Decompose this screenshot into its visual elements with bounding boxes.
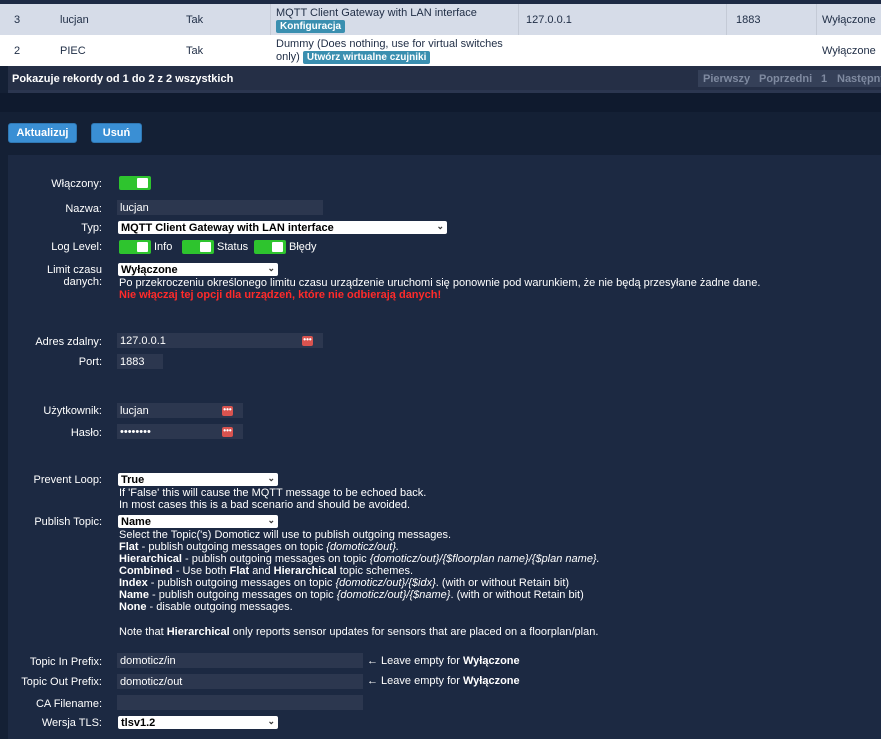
publish-topic-help-flat: Flat - publish outgoing messages on topi… bbox=[119, 541, 400, 553]
password-label: Hasło: bbox=[70, 427, 102, 439]
prevent-loop-label: Prevent Loop: bbox=[33, 474, 103, 486]
table-row[interactable]: 2 PIEC Tak Dummy (Does nothing, use for … bbox=[0, 35, 881, 66]
table-footer: Pokazuje rekordy od 1 do 2 z 2 wszystkic… bbox=[8, 66, 881, 93]
timeout-warning: Nie włączaj tej opcji dla urządzeń, któr… bbox=[119, 289, 442, 301]
type-select[interactable]: MQTT Client Gateway with LAN interface ⌄ bbox=[118, 221, 447, 234]
name-input[interactable]: lucjan bbox=[117, 200, 323, 215]
port-label: Port: bbox=[78, 356, 102, 368]
prevent-loop-select-value: True bbox=[121, 473, 145, 486]
update-button[interactable]: Aktualizuj bbox=[8, 123, 77, 143]
topic-out-hint: ← Leave empty for Wyłączone bbox=[367, 675, 520, 687]
publish-topic-help-combined: Combined - Use both Flat and Hierarchica… bbox=[119, 565, 414, 577]
publish-topic-note: Note that Hierarchical only reports sens… bbox=[119, 626, 599, 638]
column-divider bbox=[726, 4, 727, 35]
column-divider bbox=[518, 4, 519, 35]
chevron-down-icon: ⌄ bbox=[267, 473, 275, 483]
configure-button[interactable]: Konfiguracja bbox=[276, 20, 346, 33]
delete-button[interactable]: Usuń bbox=[91, 123, 142, 143]
column-divider bbox=[270, 4, 271, 35]
topic-out-input[interactable]: domoticz/out bbox=[117, 674, 363, 689]
ca-filename-label: CA Filename: bbox=[35, 698, 102, 710]
separator-band bbox=[0, 93, 881, 112]
publish-topic-select[interactable]: Name ⌄ bbox=[118, 515, 278, 528]
more-icon[interactable]: ••• bbox=[302, 336, 313, 346]
cell-type-text-line2: only) bbox=[276, 51, 300, 63]
publish-topic-help-hierarchical: Hierarchical - publish outgoing messages… bbox=[119, 553, 600, 565]
address-input[interactable]: 127.0.0.1 bbox=[117, 333, 323, 348]
ca-filename-input[interactable] bbox=[117, 695, 363, 710]
publish-topic-select-value: Name bbox=[121, 515, 151, 528]
log-info-label: Info bbox=[154, 241, 173, 253]
cell-address: 127.0.0.1 bbox=[526, 13, 572, 26]
name-label: Nazwa: bbox=[65, 203, 102, 215]
timeout-select-value: Wyłączone bbox=[121, 263, 178, 276]
pager-prev-button[interactable]: Poprzedni bbox=[754, 70, 818, 87]
column-divider bbox=[816, 4, 817, 35]
chevron-down-icon: ⌄ bbox=[267, 263, 275, 273]
log-info-toggle[interactable] bbox=[119, 240, 151, 254]
cell-type-text-line1: Dummy (Does nothing, use for virtual swi… bbox=[276, 38, 503, 50]
pager-page-button[interactable]: 1 bbox=[816, 70, 833, 87]
timeout-label-line2: danych: bbox=[63, 276, 102, 288]
chevron-down-icon: ⌄ bbox=[436, 221, 444, 231]
tls-version-label: Wersja TLS: bbox=[41, 717, 102, 729]
topic-in-label: Topic In Prefix: bbox=[29, 656, 102, 668]
more-icon[interactable]: ••• bbox=[222, 406, 233, 416]
topic-out-label: Topic Out Prefix: bbox=[21, 676, 102, 688]
table-row[interactable]: 3 lucjan Tak MQTT Client Gateway with LA… bbox=[0, 4, 881, 35]
cell-idx: 2 bbox=[14, 44, 21, 57]
chevron-down-icon: ⌄ bbox=[267, 716, 275, 726]
cell-idx: 3 bbox=[14, 13, 21, 26]
tls-version-select[interactable]: tlsv1.2 ⌄ bbox=[118, 716, 278, 729]
cell-type: MQTT Client Gateway with LAN interface K… bbox=[276, 4, 477, 38]
cell-enabled: Tak bbox=[186, 44, 204, 57]
log-errors-toggle[interactable] bbox=[254, 240, 286, 254]
prevent-loop-select[interactable]: True ⌄ bbox=[118, 473, 278, 486]
topic-in-input[interactable]: domoticz/in bbox=[117, 653, 363, 668]
cell-port: 1883 bbox=[736, 13, 761, 26]
chevron-down-icon: ⌄ bbox=[267, 515, 275, 525]
loglevel-label: Log Level: bbox=[51, 241, 102, 253]
type-label: Typ: bbox=[81, 222, 102, 234]
user-label: Użytkownik: bbox=[43, 405, 102, 417]
enabled-label: Włączony: bbox=[51, 178, 102, 190]
pager-first-button[interactable]: Pierwszy bbox=[698, 70, 756, 87]
publish-topic-help-intro: Select the Topic('s) Domoticz will use t… bbox=[119, 529, 452, 541]
records-info: Pokazuje rekordy od 1 do 2 z 2 wszystkic… bbox=[12, 73, 234, 85]
cell-name: PIEC bbox=[60, 44, 86, 57]
publish-topic-help-name: Name - publish outgoing messages on topi… bbox=[119, 589, 584, 601]
log-status-label: Status bbox=[217, 241, 249, 253]
more-icon[interactable]: ••• bbox=[222, 427, 233, 437]
type-select-value: MQTT Client Gateway with LAN interface bbox=[121, 221, 334, 234]
timeout-label-line1: Limit czasu bbox=[46, 264, 102, 276]
prevent-loop-help-1: If 'False' this will cause the MQTT mess… bbox=[119, 487, 427, 499]
cell-status: Wyłączone bbox=[822, 44, 876, 57]
create-virtual-sensors-button[interactable]: Utwórz wirtualne czujniki bbox=[302, 51, 431, 64]
topic-in-hint: ← Leave empty for Wyłączone bbox=[367, 655, 520, 667]
publish-topic-label: Publish Topic: bbox=[34, 516, 102, 528]
log-status-toggle[interactable] bbox=[182, 240, 214, 254]
timeout-select[interactable]: Wyłączone ⌄ bbox=[118, 263, 278, 276]
tls-version-select-value: tlsv1.2 bbox=[121, 716, 156, 729]
timeout-help: Po przekroczeniu określonego limitu czas… bbox=[119, 277, 761, 289]
publish-topic-help-none: None - disable outgoing messages. bbox=[119, 601, 293, 613]
cell-name: lucjan bbox=[60, 13, 89, 26]
cell-enabled: Tak bbox=[186, 13, 204, 26]
cell-type: Dummy (Does nothing, use for virtual swi… bbox=[276, 35, 503, 69]
pager-next-button[interactable]: Następny bbox=[832, 70, 881, 87]
cell-status: Wyłączone bbox=[822, 13, 876, 26]
publish-topic-help-index: Index - publish outgoing messages on top… bbox=[119, 577, 570, 589]
prevent-loop-help-2: In most cases this is a bad scenario and… bbox=[119, 499, 411, 511]
cell-type-text: MQTT Client Gateway with LAN interface bbox=[276, 7, 477, 19]
enabled-toggle[interactable] bbox=[119, 176, 151, 190]
log-errors-label: Błędy bbox=[289, 241, 317, 253]
address-label: Adres zdalny: bbox=[35, 336, 102, 348]
port-input[interactable]: 1883 bbox=[117, 354, 163, 369]
